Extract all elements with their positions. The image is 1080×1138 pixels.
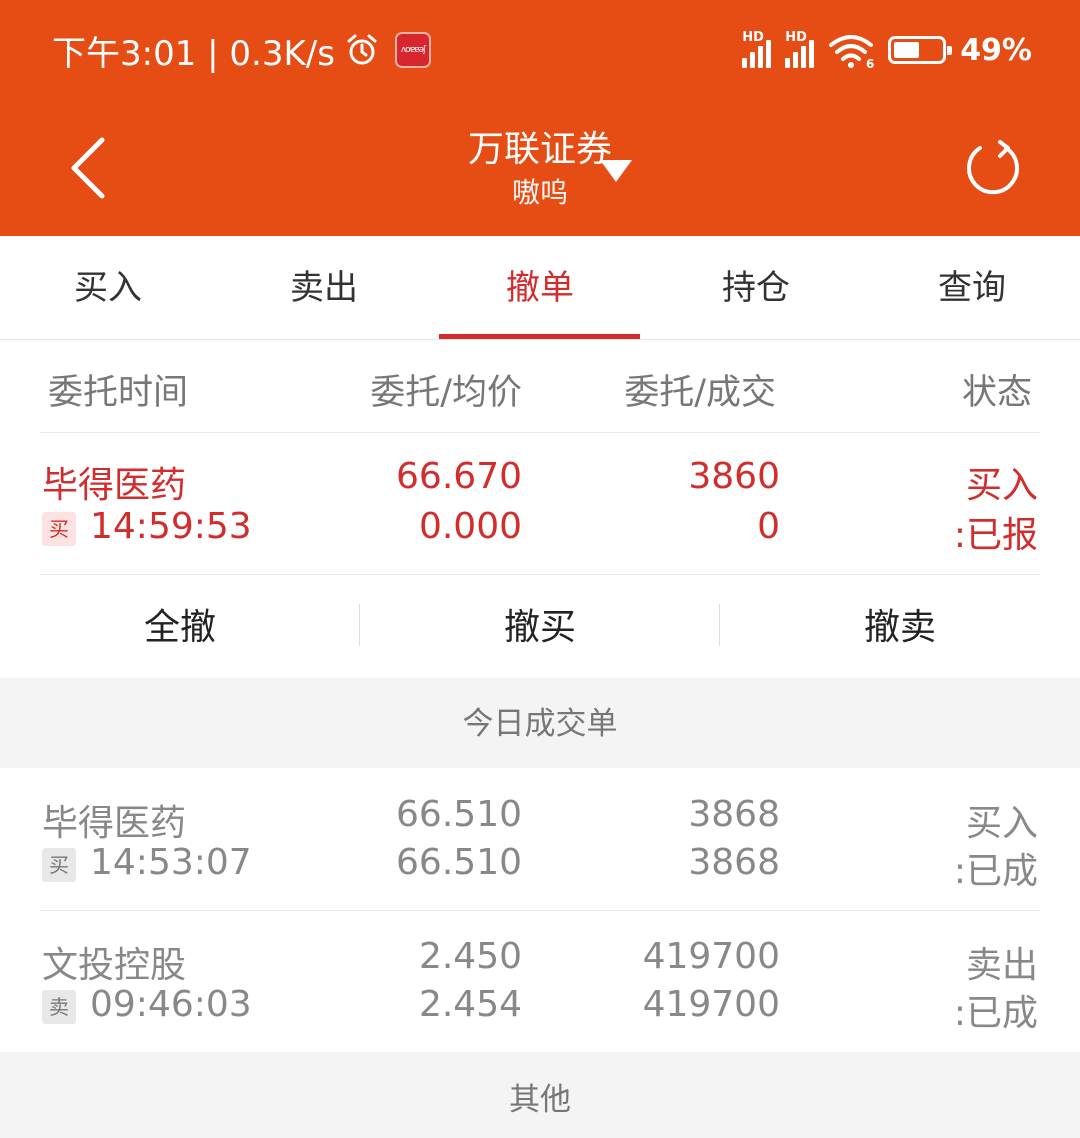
signal-2-icon: HD: [785, 30, 815, 68]
tab-position[interactable]: 持仓: [648, 236, 864, 340]
signal-bar: [750, 52, 756, 68]
dropdown-icon[interactable]: [598, 158, 634, 184]
side-badge: 卖: [42, 990, 76, 1024]
table-header: 委托时间 委托/均价 委托/成交 状态: [0, 340, 1080, 432]
col-header-status: 状态: [961, 373, 1032, 413]
trade-time: 14:53:07: [90, 842, 252, 883]
status-time: 下午3:01 | 0.3K/s: [52, 33, 335, 74]
trade-status: :已成: [953, 851, 1038, 892]
tab-sell[interactable]: 卖出: [216, 236, 432, 340]
signal-bar: [801, 46, 807, 68]
signal-bar: [758, 46, 764, 68]
back-icon[interactable]: [60, 134, 114, 202]
cancel-actions: 全撤 撤买 撤卖: [0, 576, 1080, 676]
trade-direction: 卖出: [965, 945, 1038, 986]
signal-bar: [785, 58, 791, 68]
trade-row[interactable]: 文投控股 卖 09:46:03 2.450 2.454 419700 41970…: [0, 910, 1080, 1052]
order-direction: 买入: [965, 465, 1038, 506]
signal-bar: [793, 52, 799, 68]
order-status: :已报: [953, 515, 1038, 556]
alarm-icon: [347, 34, 377, 65]
wifi-label: 6: [866, 57, 874, 69]
col-header-time: 委托时间: [48, 373, 189, 413]
filled-qty: 3868: [688, 842, 780, 883]
cancel-buy-button[interactable]: 撤买: [360, 576, 720, 676]
avg-price: 0.000: [418, 506, 522, 547]
notification-app-icon: ʌoɐɐǝʃ: [394, 32, 431, 68]
order-price: 2.450: [418, 936, 522, 977]
battery-cap: [947, 46, 953, 55]
stock-name: 毕得医药: [42, 803, 187, 844]
trade-status: :已成: [953, 993, 1038, 1034]
battery-icon: [888, 36, 953, 64]
avg-price: 2.454: [418, 984, 522, 1025]
account-name: 嗷呜: [511, 176, 568, 209]
order-price: 66.670: [396, 456, 522, 497]
divider: [40, 574, 1040, 575]
stock-name: 文投控股: [42, 945, 187, 986]
sim1-hd-label: HD: [742, 30, 764, 45]
order-time: 14:59:53: [90, 506, 252, 547]
side-badge: 买: [42, 848, 76, 882]
filled-qty: 0: [757, 506, 780, 547]
order-qty: 3868: [688, 794, 780, 835]
trade-tabs: 买入 卖出 撤单 持仓 查询: [0, 236, 1080, 340]
status-right: HD HD 6 49%: [742, 28, 1032, 72]
order-qty: 3860: [688, 456, 780, 497]
today-trades-header: 今日成交单: [0, 678, 1080, 768]
tab-cancel[interactable]: 撤单: [432, 236, 648, 340]
stock-name: 毕得医药: [42, 465, 187, 506]
signal-bar: [809, 40, 815, 68]
other-section-header[interactable]: 其他: [0, 1052, 1080, 1138]
refresh-icon[interactable]: [960, 136, 1026, 202]
wifi-icon: 6: [829, 35, 874, 69]
pending-order-row[interactable]: 毕得医药 买 14:59:53 66.670 0.000 3860 0 买入 :…: [0, 432, 1080, 574]
app-header: 下午3:01 | 0.3K/s ʌoɐɐǝʃ HD HD 6 49% 万联证券 …: [0, 0, 1080, 236]
cancel-all-button[interactable]: 全撤: [0, 576, 360, 676]
battery-percent: 49%: [960, 32, 1032, 68]
page-title: 万联证券: [467, 129, 612, 170]
col-header-qty: 委托/成交: [624, 373, 776, 413]
active-tab-indicator: [439, 334, 640, 339]
tab-query[interactable]: 查询: [864, 236, 1080, 340]
broker-selector[interactable]: 万联证券 嗷呜: [380, 126, 700, 212]
status-bar: 下午3:01 | 0.3K/s ʌoɐɐǝʃ HD HD 6 49%: [0, 0, 1080, 100]
order-price: 66.510: [396, 794, 522, 835]
badge-text: ʌoɐɐǝʃ: [400, 45, 426, 55]
sim2-hd-label: HD: [785, 30, 807, 45]
tab-buy[interactable]: 买入: [0, 236, 216, 340]
order-qty: 419700: [642, 936, 780, 977]
cancel-sell-button[interactable]: 撤卖: [720, 576, 1080, 676]
side-badge: 买: [42, 512, 76, 546]
signal-bar: [742, 58, 748, 68]
signal-bar: [766, 40, 772, 68]
signal-1-icon: HD: [742, 30, 772, 68]
trade-time: 09:46:03: [90, 984, 252, 1025]
avg-price: 66.510: [396, 842, 522, 883]
battery-fill: [894, 42, 920, 58]
trade-row[interactable]: 毕得医药 买 14:53:07 66.510 66.510 3868 3868 …: [0, 768, 1080, 910]
filled-qty: 419700: [642, 984, 780, 1025]
col-header-price: 委托/均价: [370, 373, 522, 413]
status-left: 下午3:01 | 0.3K/s ʌoɐɐǝʃ: [52, 28, 431, 74]
trade-direction: 买入: [965, 803, 1038, 844]
